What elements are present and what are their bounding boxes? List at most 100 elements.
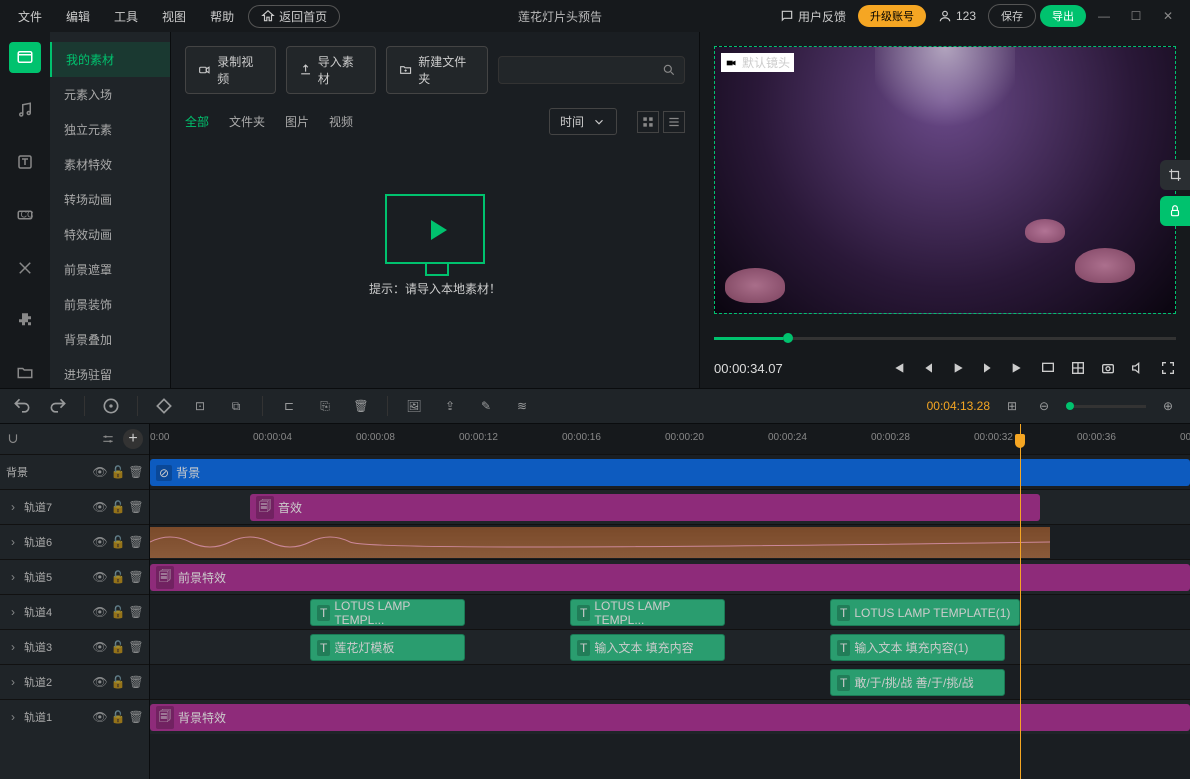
close-button[interactable]: ✕ bbox=[1154, 9, 1182, 23]
fullscreen-button[interactable] bbox=[1160, 360, 1176, 376]
lock-icon[interactable]: 🔓 bbox=[111, 675, 125, 689]
visibility-icon[interactable]: 👁 bbox=[93, 465, 107, 479]
track-row[interactable]: TLOTUS LAMP TEMPL...TLOTUS LAMP TEMPL...… bbox=[150, 594, 1190, 629]
trash-icon[interactable]: 🗑 bbox=[129, 640, 143, 654]
save-button[interactable]: 保存 bbox=[988, 4, 1036, 28]
lock-icon[interactable]: 🔓 bbox=[111, 640, 125, 654]
track-row[interactable] bbox=[150, 524, 1190, 559]
cat-fx-anim[interactable]: 特效动画 bbox=[50, 217, 170, 252]
play-button[interactable] bbox=[950, 360, 966, 376]
visibility-icon[interactable]: 👁 bbox=[93, 570, 107, 584]
preview-slider[interactable] bbox=[700, 328, 1190, 348]
menu-file[interactable]: 文件 bbox=[8, 4, 52, 29]
settings-icon[interactable] bbox=[101, 432, 115, 446]
goto-start-button[interactable] bbox=[890, 360, 906, 376]
timeline-clip[interactable]: ⊘背景 bbox=[150, 459, 1190, 486]
visibility-icon[interactable]: 👁 bbox=[93, 535, 107, 549]
image-button[interactable]: 🖼 bbox=[404, 396, 424, 416]
visibility-icon[interactable]: 👁 bbox=[93, 710, 107, 724]
redo-button[interactable] bbox=[48, 396, 68, 416]
maximize-button[interactable]: ☐ bbox=[1122, 9, 1150, 23]
edit-button[interactable]: ✎ bbox=[476, 396, 496, 416]
lock-icon[interactable]: 🔓 bbox=[111, 710, 125, 724]
cat-independent[interactable]: 独立元素 bbox=[50, 112, 170, 147]
cat-enter-stay[interactable]: 进场驻留 bbox=[50, 357, 170, 392]
tab-video[interactable]: 视频 bbox=[329, 113, 353, 130]
undo-button[interactable] bbox=[12, 396, 32, 416]
lock-icon[interactable]: 🔓 bbox=[111, 500, 125, 514]
fit-button[interactable]: ⊞ bbox=[1002, 396, 1022, 416]
nav-folder[interactable] bbox=[9, 357, 41, 388]
nav-media[interactable] bbox=[9, 42, 41, 73]
export-button[interactable]: 导出 bbox=[1040, 5, 1086, 27]
timeline-clip[interactable]: T输入文本 填充内容 bbox=[570, 634, 725, 661]
search-box[interactable] bbox=[498, 56, 685, 84]
timeline-clip[interactable]: T输入文本 填充内容(1) bbox=[830, 634, 1005, 661]
screen-icon[interactable] bbox=[1040, 360, 1056, 376]
audio-clip[interactable] bbox=[150, 527, 1050, 558]
export-clip-button[interactable]: ⇪ bbox=[440, 396, 460, 416]
cat-fg-mask[interactable]: 前景遮罩 bbox=[50, 252, 170, 287]
lock-tool-button[interactable] bbox=[1160, 196, 1190, 226]
record-video-button[interactable]: 录制视频 bbox=[185, 46, 276, 94]
add-track-button[interactable]: + bbox=[123, 429, 143, 449]
lock-icon[interactable]: 🔓 bbox=[111, 535, 125, 549]
cat-fg-deco[interactable]: 前景装饰 bbox=[50, 287, 170, 322]
tab-all[interactable]: 全部 bbox=[185, 113, 209, 130]
timeline-clip[interactable]: T莲花灯模板 bbox=[310, 634, 465, 661]
nav-audio[interactable] bbox=[9, 95, 41, 126]
playhead[interactable] bbox=[1020, 424, 1021, 779]
cat-my-material[interactable]: 我的素材 bbox=[50, 42, 170, 77]
crop-button[interactable]: ⊏ bbox=[279, 396, 299, 416]
timeline-clip[interactable]: TLOTUS LAMP TEMPL... bbox=[310, 599, 465, 626]
cat-material-fx[interactable]: 素材特效 bbox=[50, 147, 170, 182]
lock-icon[interactable]: 🔓 bbox=[111, 605, 125, 619]
search-input[interactable] bbox=[507, 63, 662, 77]
view-list-button[interactable] bbox=[663, 111, 685, 133]
zoom-in-button[interactable]: ⊕ bbox=[1158, 396, 1178, 416]
menu-edit[interactable]: 编辑 bbox=[56, 4, 100, 29]
tab-folder[interactable]: 文件夹 bbox=[229, 113, 265, 130]
chevron-right-icon[interactable]: › bbox=[6, 535, 20, 549]
cat-element-in[interactable]: 元素入场 bbox=[50, 77, 170, 112]
snapshot-button[interactable] bbox=[1100, 360, 1116, 376]
menu-tools[interactable]: 工具 bbox=[104, 4, 148, 29]
trash-icon[interactable]: 🗑 bbox=[129, 500, 143, 514]
track-row[interactable]: 🗐前景特效 bbox=[150, 559, 1190, 594]
feedback-link[interactable]: 用户反馈 bbox=[780, 8, 846, 25]
nav-caption[interactable]: CC bbox=[9, 200, 41, 231]
prev-frame-button[interactable] bbox=[920, 360, 936, 376]
track-row[interactable]: 🗐音效 bbox=[150, 489, 1190, 524]
lock-icon[interactable]: 🔓 bbox=[111, 465, 125, 479]
view-grid-button[interactable] bbox=[637, 111, 659, 133]
goto-end-button[interactable] bbox=[1010, 360, 1026, 376]
layers-button[interactable]: ≋ bbox=[512, 396, 532, 416]
timeline-clip[interactable]: T敢/于/挑/战 善/于/挑/战 bbox=[830, 669, 1005, 696]
menu-view[interactable]: 视图 bbox=[152, 4, 196, 29]
tab-image[interactable]: 图片 bbox=[285, 113, 309, 130]
timeline-clip[interactable]: TLOTUS LAMP TEMPLATE(1) bbox=[830, 599, 1020, 626]
minimize-button[interactable]: — bbox=[1090, 9, 1118, 23]
chevron-right-icon[interactable]: › bbox=[6, 675, 20, 689]
mark-in-button[interactable]: ⊡ bbox=[190, 396, 210, 416]
menu-help[interactable]: 帮助 bbox=[200, 4, 244, 29]
preview-canvas[interactable]: 默认镜头 bbox=[714, 46, 1176, 314]
chevron-right-icon[interactable]: › bbox=[6, 710, 20, 724]
trash-icon[interactable]: 🗑 bbox=[129, 605, 143, 619]
zoom-slider[interactable] bbox=[1066, 405, 1146, 408]
nav-plugin[interactable] bbox=[9, 305, 41, 336]
nav-text[interactable] bbox=[9, 147, 41, 178]
chevron-right-icon[interactable]: › bbox=[6, 640, 20, 654]
upgrade-button[interactable]: 升级账号 bbox=[858, 5, 926, 27]
trash-icon[interactable]: 🗑 bbox=[129, 570, 143, 584]
cat-transition[interactable]: 转场动画 bbox=[50, 182, 170, 217]
chevron-right-icon[interactable]: › bbox=[6, 605, 20, 619]
sort-dropdown[interactable]: 时间 bbox=[549, 108, 617, 135]
chevron-right-icon[interactable]: › bbox=[6, 500, 20, 514]
magnet-icon[interactable] bbox=[6, 432, 20, 446]
lock-icon[interactable]: 🔓 bbox=[111, 570, 125, 584]
trash-icon[interactable]: 🗑 bbox=[129, 535, 143, 549]
track-row[interactable]: T莲花灯模板 T输入文本 填充内容 T输入文本 填充内容(1) bbox=[150, 629, 1190, 664]
timeline-clip[interactable]: 🗐前景特效 bbox=[150, 564, 1190, 591]
visibility-icon[interactable]: 👁 bbox=[93, 605, 107, 619]
